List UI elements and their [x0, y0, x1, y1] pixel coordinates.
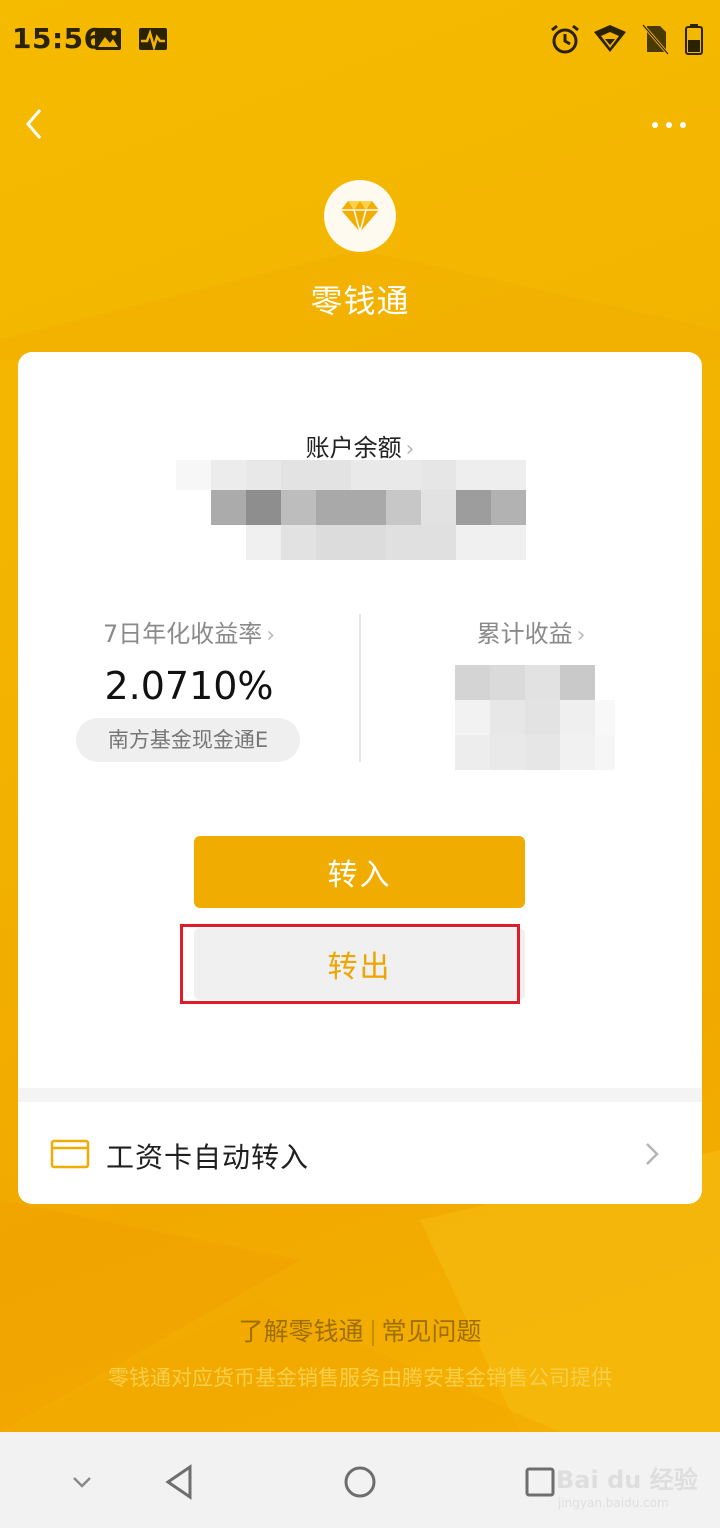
cumulative-amount-masked: [455, 665, 615, 770]
page-title: 零钱通: [310, 282, 410, 320]
salary-auto-transfer-row[interactable]: 工资卡自动转入: [18, 1102, 702, 1204]
watermark-sub: jingyan.baidu.com: [558, 1496, 669, 1510]
balance-amount-masked: [176, 460, 526, 560]
wifi-icon: [594, 25, 626, 52]
diamond-icon: [341, 201, 379, 234]
status-bar: 15:56: [0, 0, 720, 80]
card-icon: [50, 1139, 90, 1169]
battery-icon: [685, 24, 703, 55]
collapse-button[interactable]: [62, 1462, 102, 1502]
alarm-icon: [551, 24, 579, 54]
fund-name-badge[interactable]: 南方基金现金通E: [76, 718, 300, 762]
cumulative-label-text: 累计收益: [476, 620, 573, 648]
chevron-right-icon: ›: [405, 437, 415, 462]
chevron-left-icon: [26, 109, 42, 139]
chevron-right-icon: [646, 1143, 659, 1165]
system-nav-bar: Bai du 经验 jingyan.baidu.com: [0, 1432, 720, 1528]
no-sim-icon: [641, 24, 670, 55]
chevron-right-icon: ›: [576, 623, 586, 648]
status-time: 15:56: [12, 22, 104, 55]
triangle-back-icon: [165, 1464, 192, 1500]
learn-link[interactable]: 了解零钱通: [238, 1317, 363, 1346]
balance-card: 账户余额› 7日年化收益率› 2.0710% 南方基金现金通E 累计收益›: [18, 352, 702, 1204]
footer-divider: [371, 1320, 374, 1346]
system-recents-button[interactable]: [520, 1462, 560, 1502]
chevron-right-icon: ›: [266, 623, 276, 648]
yield-label-text: 7日年化收益率: [102, 620, 263, 648]
more-button[interactable]: [640, 110, 700, 140]
cumulative-label[interactable]: 累计收益 ›: [360, 614, 702, 649]
image-icon: [95, 28, 121, 50]
card-separator: [18, 1088, 702, 1102]
square-recents-icon: [525, 1467, 555, 1497]
system-back-button[interactable]: [160, 1462, 200, 1502]
faq-link[interactable]: 常见问题: [382, 1317, 482, 1346]
highlight-annotation: [180, 924, 520, 1004]
balance-label-text: 账户余额: [305, 434, 402, 462]
more-dots-icon: [652, 122, 686, 128]
footer-links: 了解零钱通 常见问题: [0, 1312, 720, 1348]
activity-icon: [139, 28, 167, 52]
transfer-in-button[interactable]: 转入: [194, 836, 525, 908]
yield-label[interactable]: 7日年化收益率 ›: [18, 614, 360, 649]
yield-value: 2.0710%: [104, 664, 274, 708]
footer-disclaimer: 零钱通对应货币基金销售服务由腾安基金销售公司提供: [108, 1366, 612, 1390]
salary-auto-transfer-label: 工资卡自动转入: [106, 1141, 310, 1174]
system-home-button[interactable]: [340, 1462, 380, 1502]
chevron-down-icon: [73, 1477, 91, 1488]
circle-home-icon: [344, 1466, 376, 1498]
back-button[interactable]: [18, 102, 58, 146]
watermark-main: Bai du 经验: [556, 1466, 698, 1494]
balance-label[interactable]: 账户余额 ›: [18, 428, 702, 463]
baidu-watermark: Bai du 经验 jingyan.baidu.com: [556, 1452, 706, 1522]
app-logo: [324, 180, 396, 252]
